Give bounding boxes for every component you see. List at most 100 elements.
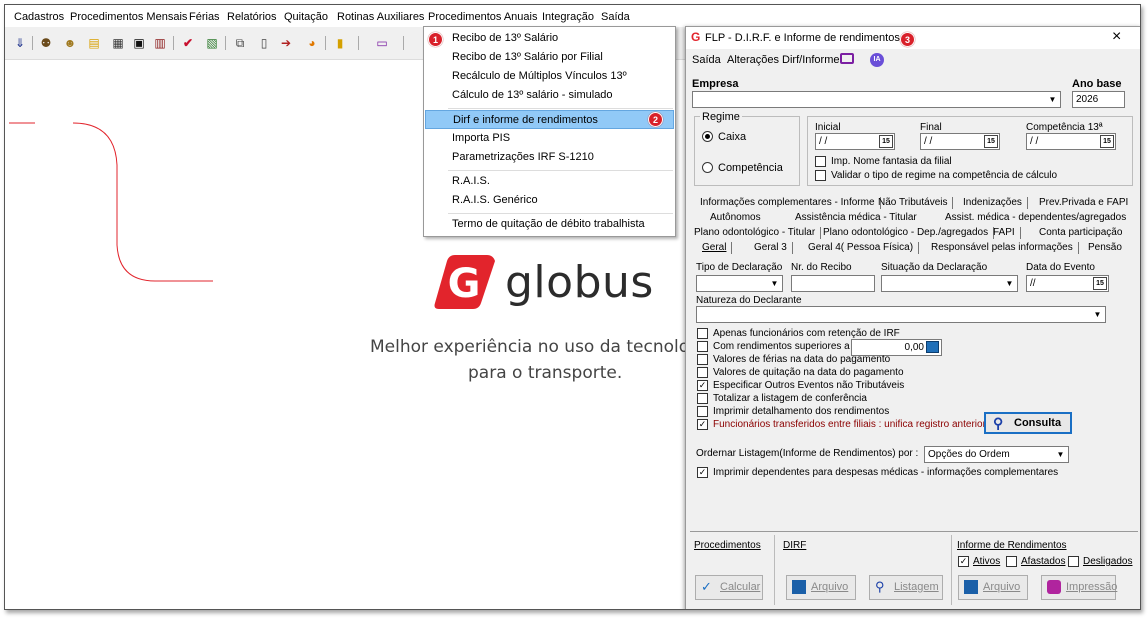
menu-item-importa-pis[interactable]: Importa PIS xyxy=(425,129,674,148)
natureza-select[interactable]: ▼ xyxy=(696,306,1106,323)
document-icon[interactable]: ▯ xyxy=(257,36,271,50)
close-icon[interactable]: × xyxy=(1112,28,1121,46)
chevron-down-icon[interactable]: ▼ xyxy=(1054,448,1067,461)
dirf-arquivo-button[interactable]: Arquivo xyxy=(786,575,856,600)
menu-item-parametrizacoes-irf[interactable]: Parametrizações IRF S-1210 xyxy=(425,148,674,167)
monitor-icon[interactable]: ▭ xyxy=(375,36,389,50)
check-afastados[interactable] xyxy=(1006,556,1017,567)
tab-plano-odonto-dep[interactable]: Plano odontológico - Dep./agregados xyxy=(823,226,995,241)
inicial-date-input[interactable]: / / 15 xyxy=(815,133,895,150)
calculator-icon[interactable] xyxy=(926,341,939,353)
final-label: Final xyxy=(920,122,942,133)
dialog-menu-alteracoes[interactable]: Alterações Dirf/Informe xyxy=(727,54,839,66)
check-quitacao-pagamento[interactable] xyxy=(697,367,708,378)
impressao-button[interactable]: Impressão xyxy=(1041,575,1117,600)
chevron-down-icon[interactable]: ▼ xyxy=(1046,93,1059,106)
final-date-input[interactable]: / / 15 xyxy=(920,133,1000,150)
menu-procedimentos-anuais[interactable]: Procedimentos Anuais xyxy=(428,11,537,23)
tab-informacoes-complementares[interactable]: Informações complementares - Informe xyxy=(700,196,881,211)
tab-assist-dependentes[interactable]: Assist. médica - dependentes/agregados xyxy=(945,211,1126,226)
consulta-button[interactable]: ⚲ Consulta xyxy=(984,412,1072,434)
check-imprimir-dependentes[interactable]: ✓ xyxy=(697,467,708,478)
menu-separator xyxy=(448,213,673,214)
exit-door-icon[interactable]: ▮ xyxy=(333,36,347,50)
situacao-select[interactable]: ▼ xyxy=(881,275,1018,292)
tab-indenizacoes[interactable]: Indenizações xyxy=(963,196,1028,211)
tab-pensao[interactable]: Pensão xyxy=(1088,241,1122,256)
menu-item-calculo-simulado[interactable]: Cálculo de 13º salário - simulado xyxy=(425,86,674,105)
calendar-icon[interactable]: 15 xyxy=(984,135,998,148)
tab-geral4[interactable]: Geral 4( Pessoa Física) xyxy=(808,241,920,256)
tab-prev-privada[interactable]: Prev.Privada e FAPI xyxy=(1039,196,1128,211)
menu-item-termo-quitacao[interactable]: Termo de quitação de débito trabalhista xyxy=(425,215,674,234)
check-totalizar[interactable] xyxy=(697,393,708,404)
informe-arquivo-button[interactable]: Arquivo xyxy=(958,575,1028,600)
tab-row-3: Plano odontológico - Titular Plano odont… xyxy=(694,226,1134,241)
main-window: Cadastros Procedimentos Mensais Férias R… xyxy=(4,4,1141,610)
regime-competencia-radio[interactable] xyxy=(702,162,713,173)
regime-caixa-label: Caixa xyxy=(718,131,747,143)
divider xyxy=(951,535,952,605)
dialog-menu-saida[interactable]: Saída xyxy=(692,54,721,66)
tagline-line-2: para o transporte. xyxy=(468,363,623,383)
tab-nao-tributaveis[interactable]: Não Tributáveis xyxy=(878,196,955,211)
chevron-down-icon[interactable]: ▼ xyxy=(1091,308,1104,321)
final-date-value: / / xyxy=(924,136,933,147)
detalhamento-label: Imprimir detalhamento dos rendimentos xyxy=(713,406,890,417)
tipo-declaracao-select[interactable]: ▼ xyxy=(696,275,783,292)
check-ativos[interactable]: ✓ xyxy=(958,556,969,567)
check-apenas-retencao[interactable] xyxy=(697,328,708,339)
menu-item-recalculo-vinculos[interactable]: Recálculo de Múltiplos Vínculos 13º xyxy=(425,67,674,86)
informe-arquivo-label: Arquivo xyxy=(983,581,1021,593)
menu-item-recibo-13-filial[interactable]: Recibo de 13º Salário por Filial xyxy=(425,48,674,67)
calendar-icon[interactable]: 15 xyxy=(1093,277,1107,290)
tab-geral[interactable]: Geral xyxy=(702,241,734,256)
menu-item-dirf-informe[interactable]: Dirf e informe de rendimentos xyxy=(425,110,674,129)
competencia13-input[interactable]: / / 15 xyxy=(1026,133,1116,150)
export-icon[interactable]: ➔ xyxy=(279,36,293,50)
menu-quitacao[interactable]: Quitação xyxy=(284,11,328,23)
imprimir-dependentes-label: Imprimir dependentes para despesas médic… xyxy=(713,467,1059,478)
menu-item-rais-generico[interactable]: R.A.I.S. Genérico xyxy=(425,191,674,210)
tab-assistencia-titular[interactable]: Assistência médica - Titular xyxy=(795,211,917,226)
menu-item-rais[interactable]: R.A.I.S. xyxy=(425,172,674,191)
imp-nome-fantasia-checkbox[interactable] xyxy=(815,156,826,167)
check-desligados[interactable] xyxy=(1068,556,1079,567)
listagem-button[interactable]: ⚲ Listagem xyxy=(869,575,943,600)
monitor-icon[interactable] xyxy=(840,53,854,64)
tab-conta-participacao[interactable]: Conta participação xyxy=(1039,226,1122,241)
empresa-select[interactable]: ▼ xyxy=(692,91,1061,108)
outros-eventos-label: Especificar Outros Eventos não Tributáve… xyxy=(713,380,905,391)
tab-responsavel[interactable]: Responsável pelas informações xyxy=(931,241,1079,256)
ordenar-select[interactable]: Opções do Ordem ▼ xyxy=(924,446,1069,463)
calendar-icon[interactable]: 15 xyxy=(879,135,893,148)
chevron-down-icon[interactable]: ▼ xyxy=(768,277,781,290)
menu-saida[interactable]: Saída xyxy=(601,11,630,23)
menu-integracao[interactable]: Integração xyxy=(542,11,594,23)
check-transferidos[interactable]: ✓ xyxy=(697,419,708,430)
ano-base-input[interactable]: 2026 xyxy=(1072,91,1125,108)
nro-recibo-input[interactable] xyxy=(791,275,875,292)
checkmark-icon: ✓ xyxy=(701,579,712,594)
tab-plano-odonto-titular[interactable]: Plano odontológico - Titular xyxy=(694,226,822,241)
validar-regime-label: Validar o tipo de regime na competência … xyxy=(831,170,1058,181)
check-detalhamento[interactable] xyxy=(697,406,708,417)
check-ferias-pagamento[interactable] xyxy=(697,354,708,365)
tab-fapi[interactable]: FAPI xyxy=(993,226,1021,241)
calcular-button[interactable]: ✓ Calcular xyxy=(695,575,763,600)
check-outros-eventos[interactable]: ✓ xyxy=(697,380,708,391)
tab-geral3[interactable]: Geral 3 xyxy=(754,241,793,256)
menu-rotinas-auxiliares[interactable]: Rotinas Auxiliares xyxy=(337,11,424,23)
menu-item-recibo-13[interactable]: Recibo de 13º Salário xyxy=(425,29,674,48)
pie-chart-icon[interactable]: ◕ xyxy=(305,36,319,50)
ia-icon[interactable]: IA xyxy=(870,53,884,67)
validar-regime-checkbox[interactable] xyxy=(815,170,826,181)
brand-name: globus xyxy=(505,257,654,308)
calendar-icon[interactable]: 15 xyxy=(1100,135,1114,148)
check-rendimentos-superiores[interactable] xyxy=(697,341,708,352)
tab-autonomos[interactable]: Autônomos xyxy=(710,211,761,226)
data-evento-input[interactable]: // 15 xyxy=(1026,275,1109,292)
chevron-down-icon[interactable]: ▼ xyxy=(1003,277,1016,290)
regime-caixa-radio[interactable] xyxy=(702,131,713,142)
dialog-title: FLP - D.I.R.F. e Informe de rendimentos xyxy=(705,32,900,44)
